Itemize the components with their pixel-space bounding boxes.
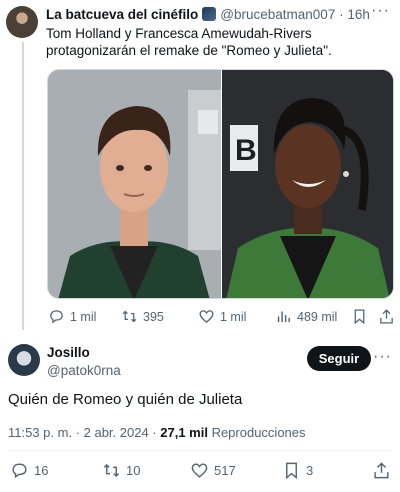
tweet-media[interactable]: B xyxy=(47,69,394,299)
tweet-header: La batcueva del cinéfilo @brucebatman007 … xyxy=(46,7,370,22)
share-action[interactable] xyxy=(372,461,391,480)
tweet-text: Tom Holland y Francesca Amewudah-Rivers … xyxy=(46,26,332,58)
views-label: Reproducciones xyxy=(207,425,306,440)
tweet-time[interactable]: 16h xyxy=(347,7,370,22)
heart-icon xyxy=(191,463,208,478)
photo-francesca-amewudah-rivers[interactable]: B xyxy=(222,70,393,298)
photo-tom-holland[interactable] xyxy=(48,70,221,298)
tweet-text: Quién de Romeo y quién de Julieta xyxy=(8,391,243,408)
retweet-icon xyxy=(103,463,120,478)
like-count: 1 mil xyxy=(220,309,247,324)
share-action[interactable] xyxy=(378,308,395,325)
tweet-actions: 1 mil 395 1 mil 489 mil xyxy=(46,308,396,328)
photo-illustration xyxy=(48,70,221,298)
more-options-icon[interactable]: ··· xyxy=(373,348,392,366)
retweet-action[interactable]: 10 xyxy=(102,461,140,480)
svg-text:B: B xyxy=(235,134,257,167)
tweet-meta: 11:53 p. m. · 2 abr. 2024 · 27,1 mil Rep… xyxy=(8,425,306,440)
bookmark-action[interactable] xyxy=(351,308,368,325)
share-icon xyxy=(374,462,389,479)
profile-badge-icon xyxy=(202,7,217,21)
display-name[interactable]: Josillo xyxy=(47,345,90,360)
bookmark-count: 3 xyxy=(306,463,314,478)
bookmark-icon xyxy=(354,309,365,325)
share-icon xyxy=(380,309,393,324)
avatar[interactable] xyxy=(8,344,40,376)
like-action[interactable]: 1 mil xyxy=(198,308,246,325)
retweet-icon xyxy=(122,310,137,323)
tweet-actions: 16 10 517 3 xyxy=(0,461,400,483)
like-count: 517 xyxy=(214,463,236,478)
reply-count: 1 mil xyxy=(70,309,97,324)
tweet-timestamp[interactable]: 11:53 p. m. · 2 abr. 2024 · xyxy=(8,425,160,440)
views-chart-icon xyxy=(277,311,290,323)
separator: · xyxy=(339,7,344,22)
retweet-count: 395 xyxy=(143,309,164,324)
views-action[interactable]: 489 mil xyxy=(275,308,337,325)
avatar[interactable] xyxy=(6,6,38,38)
reply-action[interactable]: 1 mil xyxy=(48,308,96,325)
heart-icon xyxy=(199,310,214,323)
retweet-count: 10 xyxy=(126,463,141,478)
reply-tweet[interactable]: Josillo @patok0rna Seguir ··· Quién de R… xyxy=(0,336,400,492)
user-handle[interactable]: @brucebatman007 xyxy=(220,7,335,22)
bookmark-action[interactable]: 3 xyxy=(282,461,313,480)
thread-line xyxy=(22,42,24,330)
reply-action[interactable]: 16 xyxy=(10,461,48,480)
reply-count: 16 xyxy=(34,463,49,478)
reply-icon xyxy=(12,463,27,479)
divider xyxy=(8,450,392,451)
views-count: 27,1 mil xyxy=(160,425,208,440)
retweet-action[interactable]: 395 xyxy=(121,308,164,325)
more-options-icon[interactable]: ··· xyxy=(371,2,390,20)
bookmark-icon xyxy=(286,462,297,480)
user-handle[interactable]: @patok0rna xyxy=(47,363,121,378)
display-name[interactable]: La batcueva del cinéfilo xyxy=(46,7,198,22)
parent-tweet[interactable]: La batcueva del cinéfilo @brucebatman007 … xyxy=(0,0,400,336)
reply-icon xyxy=(50,310,63,324)
follow-button[interactable]: Seguir xyxy=(307,346,371,371)
views-count: 489 mil xyxy=(297,309,338,324)
like-action[interactable]: 517 xyxy=(190,461,236,480)
photo-illustration: B xyxy=(222,70,393,298)
